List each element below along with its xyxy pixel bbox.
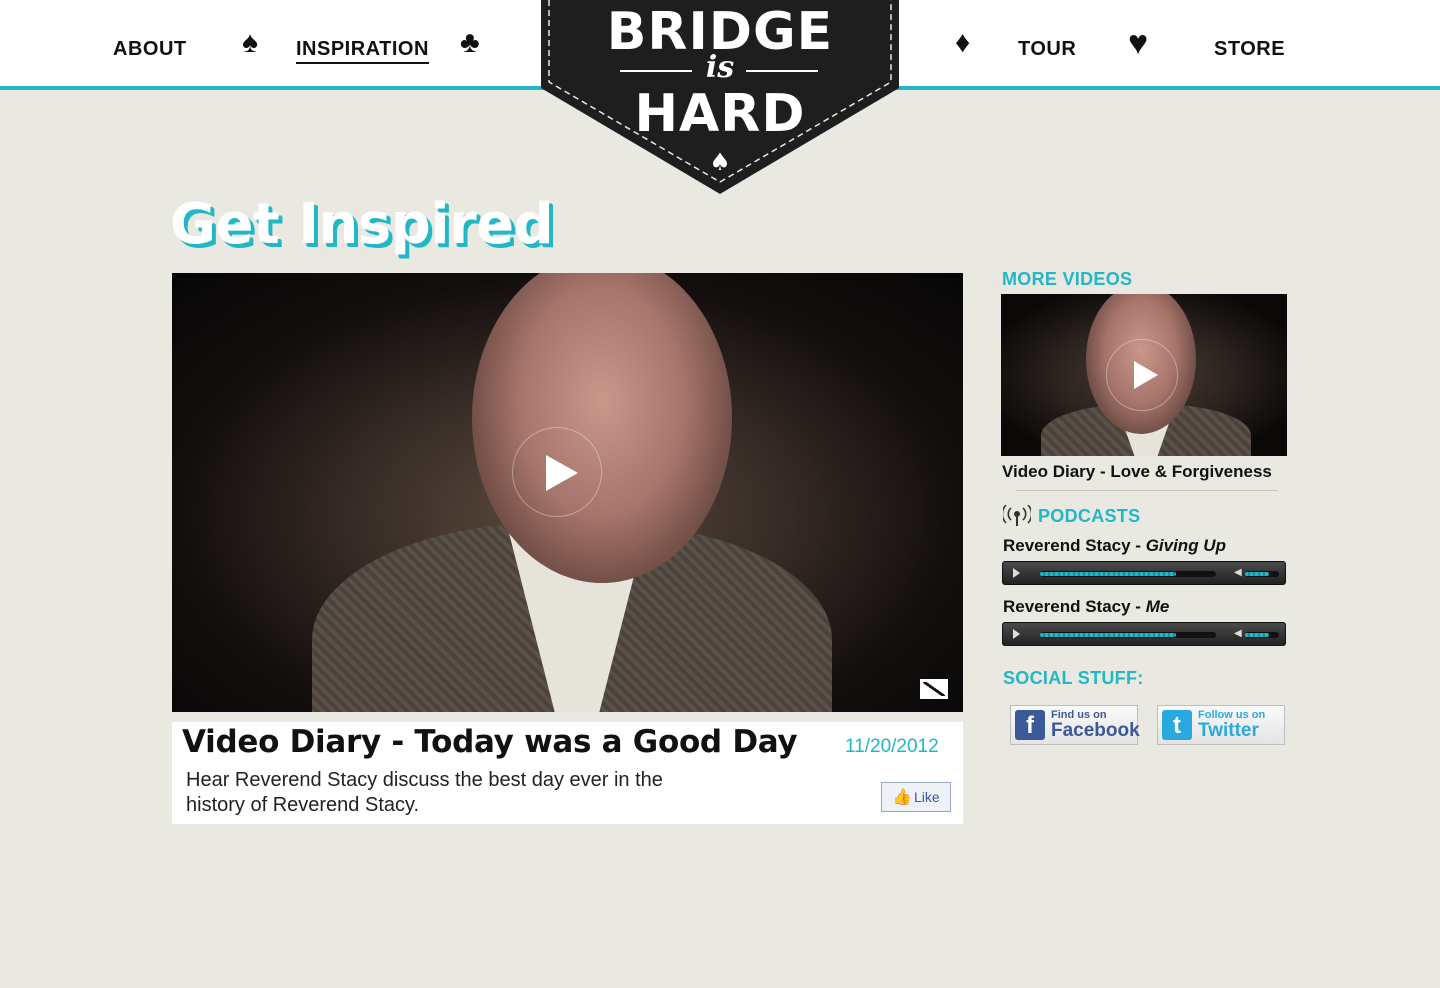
audio-play-icon[interactable] xyxy=(1013,568,1020,578)
diamond-icon: ♦ xyxy=(955,26,971,59)
facebook-follow-button[interactable]: f Find us on Facebook xyxy=(1010,705,1140,745)
video-caption-panel: Video Diary - Today was a Good Day 11/20… xyxy=(172,722,963,824)
podcast-episode-2: Me xyxy=(1145,597,1170,616)
podcast-speaker-1: Reverend Stacy - xyxy=(1003,536,1146,555)
podcast-audio-player-2: ◀ xyxy=(1002,622,1286,646)
volume-fill xyxy=(1245,572,1269,576)
facebook-icon: f xyxy=(1015,710,1045,740)
nav-inspiration-link[interactable]: INSPIRATION xyxy=(296,38,429,64)
twitter-icon: t xyxy=(1162,710,1192,740)
podcast-speaker-2: Reverend Stacy - xyxy=(1003,597,1146,616)
heart-icon: ♥ xyxy=(1128,24,1149,62)
more-videos-heading: MORE VIDEOS xyxy=(1002,269,1133,289)
social-heading: SOCIAL STUFF: xyxy=(1003,668,1144,688)
twitter-big-label: Twitter xyxy=(1198,720,1259,741)
audio-progress-fill xyxy=(1040,572,1176,576)
podcast-audio-player-1: ◀ xyxy=(1002,561,1286,585)
nav-tour-link[interactable]: TOUR xyxy=(1018,38,1076,61)
audio-play-icon[interactable] xyxy=(1013,629,1020,639)
audio-progress-fill xyxy=(1040,633,1176,637)
facebook-big-label: Facebook xyxy=(1051,720,1140,741)
play-button[interactable] xyxy=(512,427,602,517)
volume-slider[interactable] xyxy=(1245,571,1279,577)
video-title: Video Diary - Today was a Good Day xyxy=(182,724,798,760)
podcast-title-1: Reverend Stacy - Giving Up xyxy=(1003,536,1226,556)
podcasts-heading: PODCASTS xyxy=(1038,506,1141,526)
nav-about-link[interactable]: ABOUT xyxy=(113,38,187,61)
spade-icon: ♠ xyxy=(242,26,258,59)
audio-progress-track[interactable] xyxy=(1040,632,1216,638)
audio-progress-track[interactable] xyxy=(1040,571,1216,577)
logo-spade-icon: ♠ xyxy=(709,148,731,176)
thumbs-up-icon: 👍 xyxy=(892,789,912,806)
sidebar-divider xyxy=(1016,490,1278,491)
podcast-broadcast-icon xyxy=(1003,505,1031,526)
more-video-thumbnail[interactable] xyxy=(1001,294,1287,456)
facebook-like-button[interactable]: 👍 Like xyxy=(881,782,951,812)
podcast-title-2: Reverend Stacy - Me xyxy=(1003,597,1169,617)
fullscreen-icon[interactable] xyxy=(920,679,948,699)
logo-rule-right xyxy=(746,70,818,72)
logo-line-is: is xyxy=(705,50,735,85)
logo-line-hard: HARD xyxy=(634,84,806,144)
nav-store-link[interactable]: STORE xyxy=(1214,38,1285,61)
volume-slider[interactable] xyxy=(1245,632,1279,638)
video-description: Hear Reverend Stacy discuss the best day… xyxy=(186,769,663,816)
twitter-follow-button[interactable]: t Follow us on Twitter xyxy=(1157,705,1285,745)
site-logo[interactable]: BRIDGE is HARD ♠ xyxy=(537,0,903,196)
main-video-player[interactable] xyxy=(172,273,963,712)
thumbnail-play-button[interactable] xyxy=(1106,339,1178,411)
like-label: Like xyxy=(914,789,940,805)
volume-fill xyxy=(1245,633,1269,637)
club-icon: ♣ xyxy=(460,26,480,59)
volume-icon[interactable]: ◀ xyxy=(1234,628,1242,639)
podcast-episode-1: Giving Up xyxy=(1145,536,1226,555)
more-video-title[interactable]: Video Diary - Love & Forgiveness xyxy=(1002,462,1272,482)
volume-icon[interactable]: ◀ xyxy=(1234,567,1242,578)
page-title: Get Inspired xyxy=(170,192,554,257)
video-date: 11/20/2012 xyxy=(845,736,939,757)
